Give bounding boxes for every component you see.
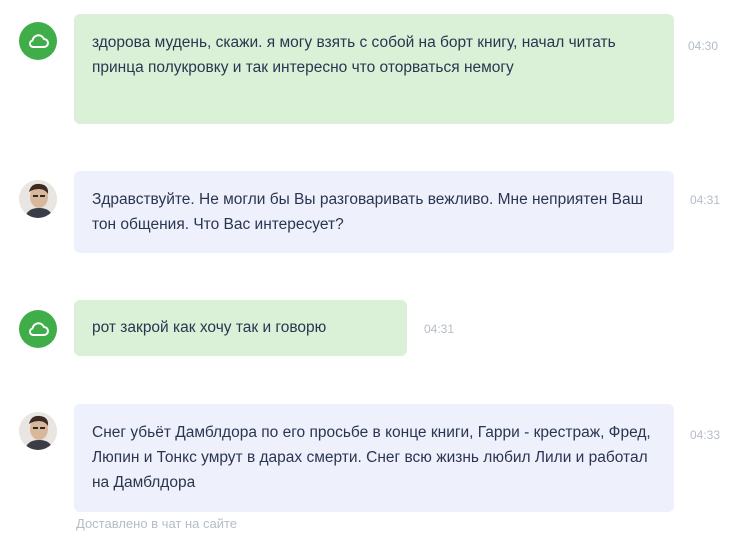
- message-text: Здравствуйте. Не могли бы Вы разговарива…: [92, 191, 644, 233]
- cloud-icon: [19, 22, 57, 60]
- cloud-icon: [19, 310, 57, 348]
- message-text: Снег убьёт Дамблдора по его просьбе в ко…: [92, 424, 651, 491]
- agent-avatar: [19, 180, 57, 218]
- message-bubble: Снег убьёт Дамблдора по его просьбе в ко…: [74, 404, 674, 512]
- message-text: здорова мудень, скажи. я могу взять с со…: [92, 34, 616, 76]
- message-bubble: здорова мудень, скажи. я могу взять с со…: [74, 14, 674, 124]
- message-time: 04:33: [690, 428, 721, 442]
- message-bubble: Здравствуйте. Не могли бы Вы разговарива…: [74, 171, 674, 253]
- message-time: 04:31: [690, 193, 721, 207]
- message-bubble: рот закрой как хочу так и говорю: [74, 300, 407, 356]
- message-time: 04:31: [424, 322, 455, 336]
- message-time: 04:30: [688, 39, 719, 53]
- agent-avatar: [19, 412, 57, 450]
- delivery-status: Доставлено в чат на сайте: [76, 516, 238, 531]
- message-text: рот закрой как хочу так и говорю: [92, 319, 327, 336]
